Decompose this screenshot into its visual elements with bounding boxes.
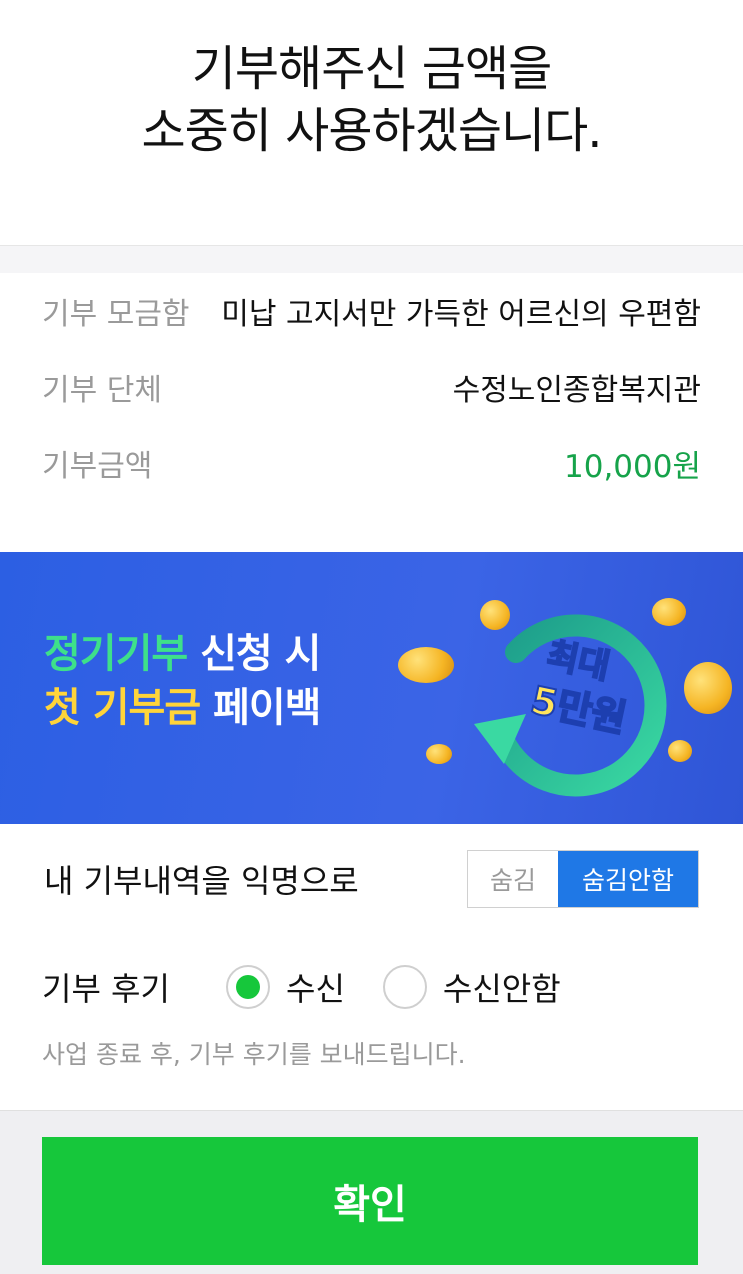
anonymous-setting: 내 기부내역을 익명으로 숨김 숨김안함 [0, 824, 743, 934]
info-value: 미납 고지서만 가득한 어르신의 우편함 [221, 297, 701, 332]
info-label: 기부 단체 [42, 373, 162, 408]
radio-receive-label: 수신 [286, 970, 345, 1008]
info-label: 기부 모금함 [42, 297, 190, 332]
info-row-amount: 기부금액 10,000원 [42, 425, 701, 501]
banner-highlight-green: 정기기부 [44, 631, 188, 677]
review-note: 사업 종료 후, 기부 후기를 보내드립니다. [42, 1040, 466, 1069]
anonymous-label: 내 기부내역을 익명으로 [44, 862, 359, 900]
review-setting: 기부 후기 수신 수신안함 [42, 955, 599, 1019]
banner-highlight-yellow: 첫 기부금 [44, 685, 201, 731]
coin-icon [398, 647, 454, 683]
review-label: 기부 후기 [42, 970, 170, 1008]
coin-icon [684, 662, 732, 714]
donation-amount: 10,000원 [564, 448, 701, 485]
payback-banner[interactable]: 정기기부 신청 시 첫 기부금 페이백 최대 5만원 [0, 552, 743, 824]
badge-text-bottom: 5만원 [527, 678, 630, 741]
info-label: 기부금액 [42, 449, 153, 484]
header-title-line1: 기부해주신 금액을 [191, 41, 553, 97]
coin-icon [426, 744, 452, 764]
header-title-line2: 소중히 사용하겠습니다. [141, 103, 602, 159]
toggle-show-option[interactable]: 숨김안함 [558, 851, 698, 907]
confirm-button[interactable]: 확인 [42, 1137, 698, 1265]
radio-unchecked-icon [382, 965, 427, 1009]
donation-info: 기부 모금함 미납 고지서만 가득한 어르신의 우편함 기부 단체 수정노인종합… [0, 273, 743, 501]
toggle-hide-option[interactable]: 숨김 [468, 851, 558, 907]
radio-decline-label: 수신안함 [442, 970, 561, 1008]
divider [0, 245, 743, 273]
info-value: 수정노인종합복지관 [452, 373, 701, 408]
anonymous-toggle: 숨김 숨김안함 [467, 850, 699, 908]
radio-checked-icon [226, 965, 270, 1009]
info-row-organization: 기부 단체 수정노인종합복지관 [42, 349, 701, 425]
radio-decline[interactable]: 수신안함 [382, 964, 561, 1010]
info-row-fundbox: 기부 모금함 미납 고지서만 가득한 어르신의 우편함 [42, 273, 701, 349]
badge-text-top: 최대 [544, 635, 614, 687]
header: 기부해주신 금액을 소중히 사용하겠습니다. [0, 0, 743, 245]
banner-text: 정기기부 신청 시 첫 기부금 페이백 [44, 627, 321, 735]
radio-receive[interactable]: 수신 [226, 964, 345, 1010]
payback-arrow-icon: 최대 5만원 [474, 614, 667, 797]
banner-text-white: 신청 시 [187, 631, 321, 677]
banner-text-white: 페이백 [200, 685, 321, 731]
